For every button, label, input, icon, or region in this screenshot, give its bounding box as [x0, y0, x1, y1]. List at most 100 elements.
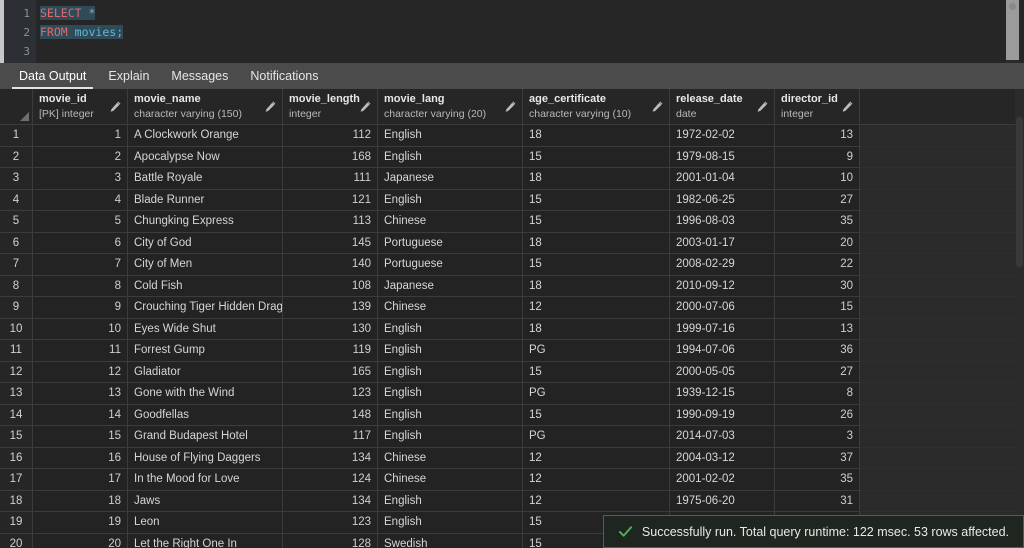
edit-pencil-icon[interactable]	[756, 100, 769, 113]
column-header-movie-name[interactable]: movie_name character varying (150)	[128, 89, 283, 125]
cell-director-id[interactable]: 13	[775, 125, 860, 147]
table-row[interactable]: 2 2 Apocalypse Now 168 English 15 1979-08-15 9	[0, 146, 1024, 168]
table-row[interactable]: 8 8 Cold Fish 108 Japanese 18 2010-09-12 30	[0, 275, 1024, 297]
table-row[interactable]: 7 7 City of Men 140 Portuguese 15 2008-02-29 22	[0, 254, 1024, 276]
cell-director-id[interactable]: 31	[775, 490, 860, 512]
row-number-cell[interactable]: 17	[0, 469, 33, 491]
cell-movie-lang[interactable]: English	[378, 125, 523, 147]
cell-release-date[interactable]: 2008-02-29	[670, 254, 775, 276]
cell-movie-lang[interactable]: English	[378, 490, 523, 512]
cell-movie-name[interactable]: House of Flying Daggers	[128, 447, 283, 469]
cell-movie-name[interactable]: Chungking Express	[128, 211, 283, 233]
row-number-cell[interactable]: 20	[0, 533, 33, 548]
cell-age-certificate[interactable]: 18	[523, 232, 670, 254]
cell-movie-lang[interactable]: Chinese	[378, 447, 523, 469]
table-row[interactable]: 11A Clockwork Orange 112 English 18 1972-02-…	[0, 125, 1024, 147]
cell-movie-length[interactable]: 139	[283, 297, 378, 319]
edit-pencil-icon[interactable]	[109, 100, 122, 113]
cell-director-id[interactable]: 15	[775, 297, 860, 319]
cell-movie-id[interactable]: 4	[33, 189, 128, 211]
cell-age-certificate[interactable]: 15	[523, 361, 670, 383]
tab-messages[interactable]: Messages	[160, 66, 239, 89]
cell-movie-name[interactable]: Apocalypse Now	[128, 146, 283, 168]
column-header-movie-id[interactable]: movie_id [PK] integer	[33, 89, 128, 125]
cell-movie-lang[interactable]: English	[378, 146, 523, 168]
cell-movie-id[interactable]: 5	[33, 211, 128, 233]
column-header-age-certificate[interactable]: age_certificate character varying (10)	[523, 89, 670, 125]
cell-release-date[interactable]: 1994-07-06	[670, 340, 775, 362]
table-row[interactable]: 9 9 Crouching Tiger Hidden Dragon 139 Chines…	[0, 297, 1024, 319]
table-row[interactable]: 14 14 Goodfellas 148 English 15 1990-09-19 26	[0, 404, 1024, 426]
cell-movie-name[interactable]: Blade Runner	[128, 189, 283, 211]
grid-vertical-scrollbar[interactable]	[1015, 89, 1024, 548]
cell-director-id[interactable]: 27	[775, 189, 860, 211]
row-number-cell[interactable]: 8	[0, 275, 33, 297]
cell-director-id[interactable]: 26	[775, 404, 860, 426]
cell-director-id[interactable]: 20	[775, 232, 860, 254]
table-row[interactable]: 5 5 Chungking Express 113 Chinese 15 1996-08-0…	[0, 211, 1024, 233]
row-number-cell[interactable]: 7	[0, 254, 33, 276]
cell-age-certificate[interactable]: 15	[523, 254, 670, 276]
cell-movie-name[interactable]: City of Men	[128, 254, 283, 276]
cell-director-id[interactable]: 13	[775, 318, 860, 340]
cell-movie-name[interactable]: Grand Budapest Hotel	[128, 426, 283, 448]
cell-age-certificate[interactable]: 12	[523, 447, 670, 469]
cell-movie-lang[interactable]: Chinese	[378, 211, 523, 233]
cell-movie-lang[interactable]: English	[378, 361, 523, 383]
cell-movie-length[interactable]: 128	[283, 533, 378, 548]
cell-movie-name[interactable]: Crouching Tiger Hidden Dragon	[128, 297, 283, 319]
cell-movie-length[interactable]: 168	[283, 146, 378, 168]
cell-release-date[interactable]: 1979-08-15	[670, 146, 775, 168]
cell-movie-id[interactable]: 10	[33, 318, 128, 340]
cell-movie-id[interactable]: 3	[33, 168, 128, 190]
cell-movie-id[interactable]: 13	[33, 383, 128, 405]
cell-director-id[interactable]: 8	[775, 383, 860, 405]
row-number-cell[interactable]: 19	[0, 512, 33, 534]
table-row[interactable]: 11 11 Forrest Gump 119 English PG 1994-07-06 36	[0, 340, 1024, 362]
cell-movie-id[interactable]: 15	[33, 426, 128, 448]
cell-director-id[interactable]: 27	[775, 361, 860, 383]
cell-director-id[interactable]: 22	[775, 254, 860, 276]
cell-movie-length[interactable]: 117	[283, 426, 378, 448]
cell-release-date[interactable]: 1999-07-16	[670, 318, 775, 340]
cell-movie-length[interactable]: 111	[283, 168, 378, 190]
sql-editor[interactable]: 1 2 3 SELECT * FROM movies;	[0, 0, 1024, 63]
edit-pencil-icon[interactable]	[359, 100, 372, 113]
row-number-cell[interactable]: 10	[0, 318, 33, 340]
cell-movie-length[interactable]: 130	[283, 318, 378, 340]
cell-movie-name[interactable]: Leon	[128, 512, 283, 534]
cell-age-certificate[interactable]: 18	[523, 275, 670, 297]
cell-age-certificate[interactable]: 15	[523, 146, 670, 168]
row-number-cell[interactable]: 13	[0, 383, 33, 405]
cell-release-date[interactable]: 1996-08-03	[670, 211, 775, 233]
cell-movie-lang[interactable]: English	[378, 512, 523, 534]
cell-director-id[interactable]: 30	[775, 275, 860, 297]
cell-release-date[interactable]: 1982-06-25	[670, 189, 775, 211]
row-number-cell[interactable]: 5	[0, 211, 33, 233]
cell-age-certificate[interactable]: 15	[523, 189, 670, 211]
table-row[interactable]: 10 10 Eyes Wide Shut 130 English 18 1999-07-16…	[0, 318, 1024, 340]
column-header-movie-length[interactable]: movie_length integer	[283, 89, 378, 125]
cell-age-certificate[interactable]: 18	[523, 168, 670, 190]
cell-director-id[interactable]: 3	[775, 426, 860, 448]
cell-movie-lang[interactable]: English	[378, 383, 523, 405]
row-number-cell[interactable]: 2	[0, 146, 33, 168]
cell-movie-name[interactable]: City of God	[128, 232, 283, 254]
cell-movie-length[interactable]: 123	[283, 383, 378, 405]
cell-movie-id[interactable]: 18	[33, 490, 128, 512]
cell-movie-length[interactable]: 148	[283, 404, 378, 426]
cell-movie-name[interactable]: A Clockwork Orange	[128, 125, 283, 147]
table-row[interactable]: 15 15 Grand Budapest Hotel 117 English PG 2014…	[0, 426, 1024, 448]
cell-release-date[interactable]: 2001-02-02	[670, 469, 775, 491]
cell-release-date[interactable]: 2001-01-04	[670, 168, 775, 190]
cell-movie-id[interactable]: 7	[33, 254, 128, 276]
row-number-cell[interactable]: 14	[0, 404, 33, 426]
row-number-cell[interactable]: 18	[0, 490, 33, 512]
row-number-cell[interactable]: 12	[0, 361, 33, 383]
sql-code-area[interactable]: SELECT * FROM movies;	[36, 0, 1024, 63]
cell-movie-name[interactable]: Gladiator	[128, 361, 283, 383]
cell-movie-name[interactable]: Gone with the Wind	[128, 383, 283, 405]
cell-director-id[interactable]: 36	[775, 340, 860, 362]
grid-scrollbar-thumb[interactable]	[1016, 117, 1023, 267]
cell-release-date[interactable]: 2003-01-17	[670, 232, 775, 254]
